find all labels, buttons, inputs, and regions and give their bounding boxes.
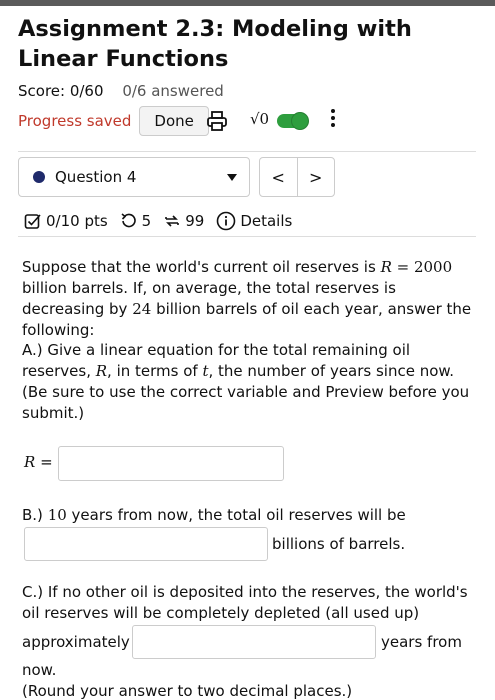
previous-question-button[interactable]: <	[260, 158, 298, 196]
part-c-units: years from	[381, 633, 462, 651]
info-icon[interactable]	[216, 211, 236, 231]
part-b-text: B.) 10 years from now, the total oil res…	[22, 506, 406, 524]
part-c-approx-label: approximately	[22, 633, 130, 651]
part-c-now: now.	[22, 661, 57, 679]
question-select-label: Question 4	[55, 168, 137, 186]
versions-icon	[165, 215, 180, 227]
score-text: Score: 0/60	[18, 82, 104, 100]
math-preview-toggle[interactable]	[277, 112, 309, 130]
question-meta: 0/10 pts 5 99 Details	[24, 209, 292, 233]
points-text: 0/10 pts	[46, 212, 108, 230]
progress-row: Progress saved Done	[18, 106, 209, 136]
top-bar	[0, 0, 495, 6]
math-preview-label: √0	[250, 110, 270, 128]
part-c-rounding-note: (Round your answer to two decimal places…	[22, 682, 353, 700]
next-question-button[interactable]: >	[298, 158, 335, 196]
part-b-units: billions of barrels.	[272, 535, 406, 553]
print-icon[interactable]	[206, 110, 228, 132]
page-title: Assignment 2.3: Modeling with Linear Fun…	[18, 16, 412, 72]
divider	[18, 151, 476, 152]
toggle-knob	[291, 112, 309, 130]
score-row: Score: 0/60 0/6 answered	[18, 82, 224, 100]
divider	[18, 236, 476, 237]
chevron-down-icon	[227, 174, 237, 181]
r-equals-label: R =	[24, 453, 53, 471]
versions-count: 99	[185, 212, 205, 230]
part-a-text: A.) Give a linear equation for the total…	[22, 341, 470, 422]
part-a-answer-input[interactable]	[58, 446, 284, 481]
checkbox-edit-icon	[24, 214, 41, 229]
done-button[interactable]: Done	[139, 106, 209, 136]
question-select[interactable]: Question 4	[18, 157, 250, 197]
answered-count: 0/6 answered	[122, 82, 224, 100]
kebab-menu-icon[interactable]	[328, 106, 338, 134]
question-nav: < >	[259, 157, 335, 197]
part-c-text: C.) If no other oil is deposited into th…	[22, 583, 468, 622]
question-text: Suppose that the world's current oil res…	[22, 258, 472, 339]
question-status-dot	[33, 171, 45, 183]
part-b-answer-input[interactable]	[24, 527, 268, 561]
retry-icon	[121, 213, 136, 228]
progress-saved-status: Progress saved	[18, 112, 132, 130]
part-c-answer-input[interactable]	[132, 625, 376, 659]
details-link[interactable]: Details	[240, 212, 292, 230]
attempts-count: 5	[141, 212, 152, 230]
